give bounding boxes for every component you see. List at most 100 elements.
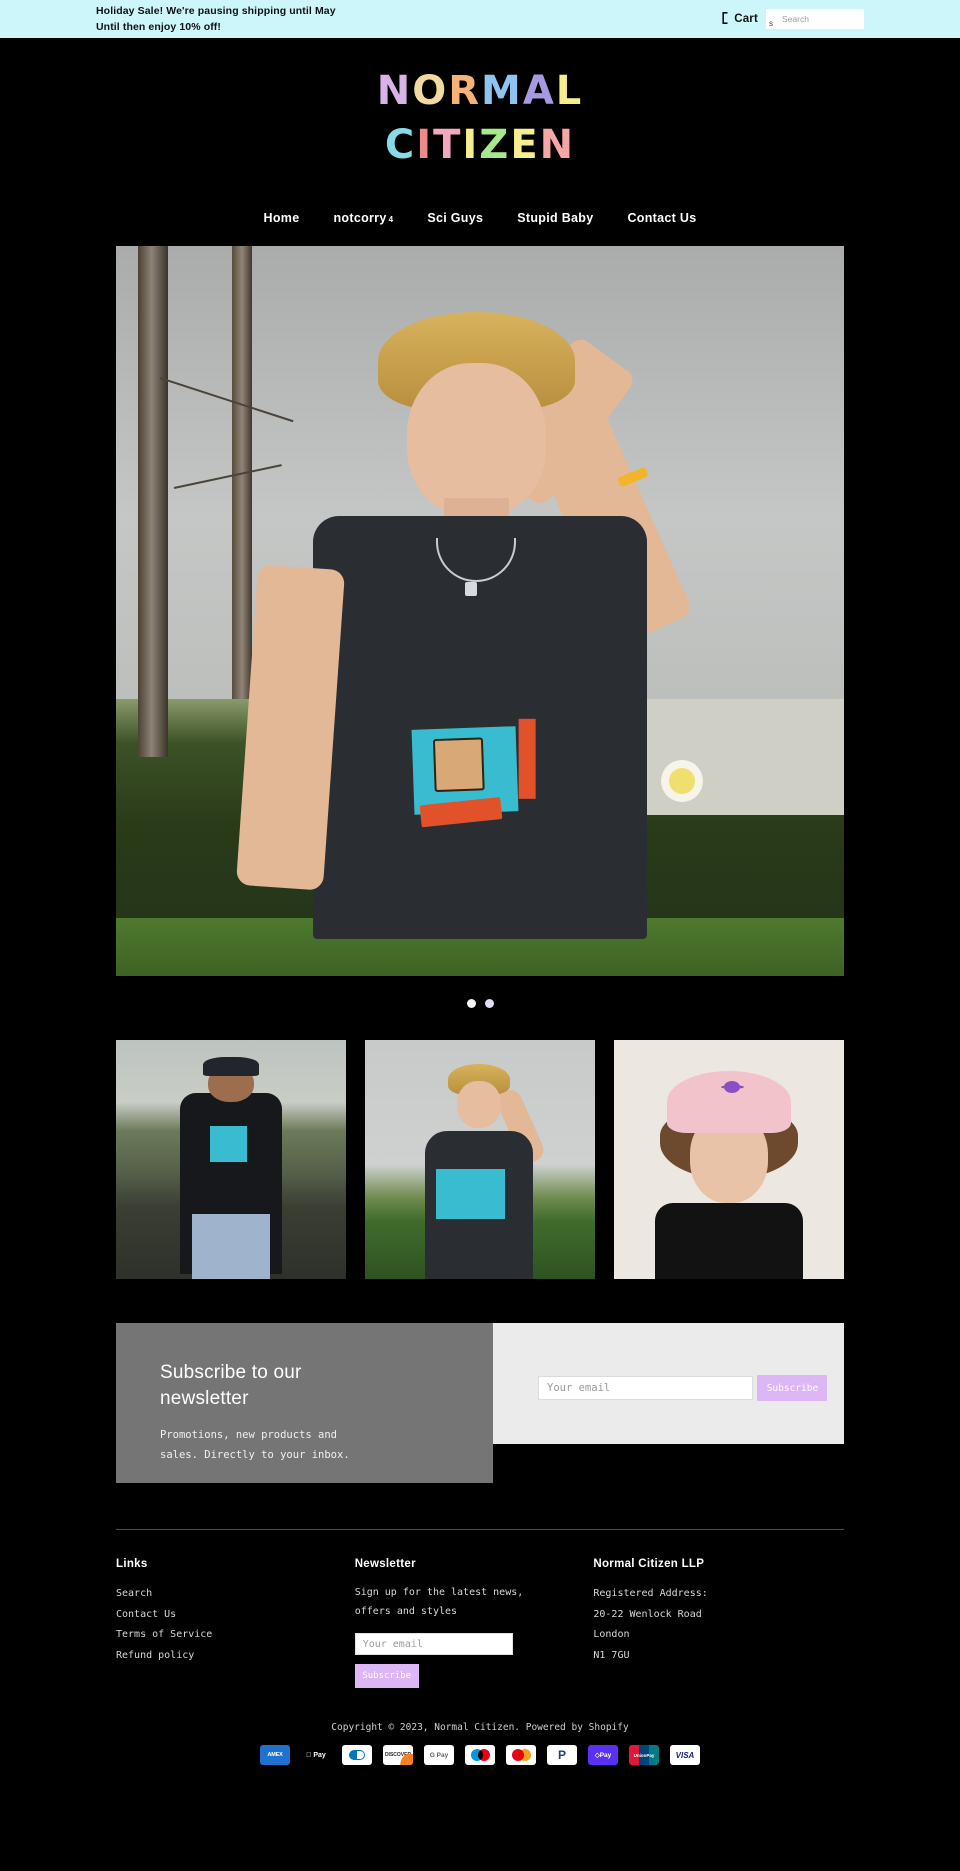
maestro-icon bbox=[465, 1745, 495, 1765]
footer-link-search[interactable]: Search bbox=[116, 1584, 355, 1605]
nav-item-superscript: 4 bbox=[388, 215, 394, 224]
footer-links-title: Links bbox=[116, 1558, 148, 1570]
nav-item-home[interactable]: Home bbox=[264, 211, 300, 225]
cart-button[interactable]: Cart bbox=[721, 11, 758, 27]
product-model-jeans bbox=[191, 1214, 271, 1279]
footer-company-column: Normal Citizen LLP Registered Address: 20… bbox=[593, 1558, 844, 1688]
nav-item-notcorry[interactable]: notcorry 4 bbox=[333, 211, 393, 225]
model-head bbox=[407, 362, 546, 517]
footer-address-line: London bbox=[593, 1629, 630, 1640]
announcement-line-1: Holiday Sale! We're pausing shipping unt… bbox=[96, 4, 336, 17]
announcement-text-block: Holiday Sale! We're pausing shipping unt… bbox=[96, 3, 336, 36]
search-box[interactable]: s bbox=[766, 9, 864, 29]
newsletter-copy: Subscribe to our newsletter Promotions, … bbox=[116, 1323, 493, 1483]
nav-item-label: notcorry bbox=[333, 211, 387, 225]
mastercard-icon bbox=[506, 1745, 536, 1765]
logo-letter: A bbox=[522, 68, 556, 114]
footer-subscribe-button[interactable]: Subscribe bbox=[354, 1664, 419, 1688]
footer-link-refund-policy[interactable]: Refund policy bbox=[116, 1646, 355, 1667]
nav-item-contact-us[interactable]: Contact Us bbox=[627, 211, 696, 225]
shirt-vertical-text bbox=[518, 718, 536, 800]
newsletter-form: Subscribe bbox=[493, 1323, 844, 1444]
model-padlock-pendant bbox=[465, 581, 478, 596]
product-shirt-graphic bbox=[436, 1169, 506, 1220]
shirt-stupid-text bbox=[419, 796, 503, 827]
logo-letter: M bbox=[481, 68, 523, 114]
footer-address-line: Registered Address: bbox=[593, 1588, 708, 1599]
slideshow-pagination bbox=[0, 996, 960, 1010]
logo-line-2: CITIZEN bbox=[0, 118, 960, 172]
logo-letter: T bbox=[433, 122, 463, 168]
footer-company-title: Normal Citizen LLP bbox=[593, 1558, 705, 1570]
footer-link-list: Search Contact Us Terms of Service Refund p… bbox=[116, 1584, 355, 1666]
nav-item-label: Sci Guys bbox=[427, 211, 484, 225]
discover-icon: DISCOVER bbox=[383, 1745, 413, 1765]
newsletter-email-input[interactable] bbox=[538, 1375, 753, 1400]
footer-address-line: N1 7GU bbox=[593, 1649, 630, 1661]
nav-item-stupid-baby[interactable]: Stupid Baby bbox=[517, 211, 593, 225]
circle-right bbox=[518, 1749, 531, 1761]
slideshow-dot-slide-1[interactable] bbox=[466, 998, 476, 1008]
cart-label: Cart bbox=[734, 13, 758, 25]
paypal-icon: P bbox=[547, 1745, 577, 1765]
slideshow-dot-slide-2[interactable] bbox=[484, 998, 494, 1008]
shop-pay-icon: ◇Pay bbox=[588, 1745, 618, 1765]
topbar-actions: Cart s bbox=[721, 0, 864, 38]
nav-item-label: Home bbox=[263, 211, 300, 225]
newsletter-band: Subscribe to our newsletter Promotions, … bbox=[116, 1323, 844, 1483]
footer-links-column: Links Search Contact Us Terms of Service Re… bbox=[116, 1558, 355, 1688]
newsletter-title: Subscribe to our newsletter bbox=[160, 1362, 302, 1410]
visa-icon: VISA bbox=[670, 1745, 700, 1765]
logo-letter: N bbox=[539, 122, 576, 168]
footer-email-input[interactable] bbox=[354, 1633, 513, 1655]
union-pay-icon: UnionPay bbox=[629, 1745, 659, 1765]
footer-address-list: Registered Address: 20-22 Wenlock Road Lon… bbox=[593, 1584, 844, 1666]
search-icon: s bbox=[769, 19, 773, 28]
main-navigation: Home notcorry 4 Sci Guys Stupid Baby Contact … bbox=[0, 190, 960, 246]
announcement-line-2: Until then enjoy 10% off! bbox=[96, 21, 222, 33]
circle-right bbox=[477, 1749, 490, 1761]
logo-letter: I bbox=[462, 122, 480, 168]
product-card[interactable] bbox=[365, 1040, 595, 1279]
product-card[interactable] bbox=[116, 1040, 346, 1279]
product-model-shirt bbox=[655, 1202, 803, 1279]
logo-letter: O bbox=[412, 68, 449, 114]
american-express-icon: AMEX bbox=[260, 1745, 290, 1765]
footer-link-terms-of-service[interactable]: Terms of Service bbox=[116, 1625, 355, 1646]
product-model-head bbox=[457, 1080, 501, 1129]
diners-club-glyph bbox=[349, 1750, 365, 1760]
newsletter-subscribe-button[interactable]: Subscribe bbox=[757, 1375, 828, 1401]
logo-letter: N bbox=[376, 68, 413, 114]
cap-planet-icon bbox=[720, 1080, 744, 1093]
shirt-graphic bbox=[411, 718, 536, 827]
footer-newsletter-title: Newsletter bbox=[354, 1558, 416, 1570]
apple-pay-icon:  Pay bbox=[301, 1745, 331, 1765]
product-grid bbox=[116, 1040, 844, 1279]
site-header: NORMAL CITIZEN Home notcorry 4 Sci Guys Stup… bbox=[0, 38, 960, 246]
logo-letter: R bbox=[448, 68, 482, 114]
shirt-baby-character bbox=[432, 737, 485, 792]
payment-methods: AMEX  Pay DISCOVER G Pay P ◇Pay UnionPay VISA bbox=[0, 1745, 960, 1783]
logo-line-1: NORMAL bbox=[0, 64, 960, 118]
product-shirt-graphic bbox=[210, 1126, 248, 1162]
footer-newsletter-column: Newsletter Sign up for the latest news, … bbox=[354, 1558, 594, 1688]
logo-letter: Z bbox=[479, 122, 511, 168]
nav-item-label: Stupid Baby bbox=[517, 211, 594, 225]
copyright-text: Copyright © 2023, Normal Citizen. Powere… bbox=[331, 1722, 629, 1733]
logo-letter: L bbox=[555, 68, 584, 114]
nav-item-label: Contact Us bbox=[627, 211, 697, 225]
footer-link-contact-us[interactable]: Contact Us bbox=[116, 1605, 355, 1626]
site-logo[interactable]: NORMAL CITIZEN bbox=[0, 64, 960, 172]
footer-newsletter-description: Sign up for the latest news, offers and … bbox=[354, 1587, 524, 1617]
product-card[interactable] bbox=[614, 1040, 844, 1279]
hero-model bbox=[116, 246, 844, 976]
nav-item-sci-guys[interactable]: Sci Guys bbox=[427, 211, 483, 225]
newsletter-subtitle: Promotions, new products and sales. Dire… bbox=[160, 1429, 350, 1461]
announcement-bar: Holiday Sale! We're pausing shipping unt… bbox=[0, 0, 960, 38]
hero-slideshow[interactable] bbox=[116, 246, 844, 976]
logo-letter: E bbox=[510, 122, 540, 168]
search-input[interactable] bbox=[766, 9, 864, 29]
footer-address-line: 20-22 Wenlock Road bbox=[593, 1608, 702, 1620]
product-model-beanie bbox=[203, 1056, 259, 1076]
site-footer: Links Search Contact Us Terms of Service Re… bbox=[116, 1529, 844, 1688]
